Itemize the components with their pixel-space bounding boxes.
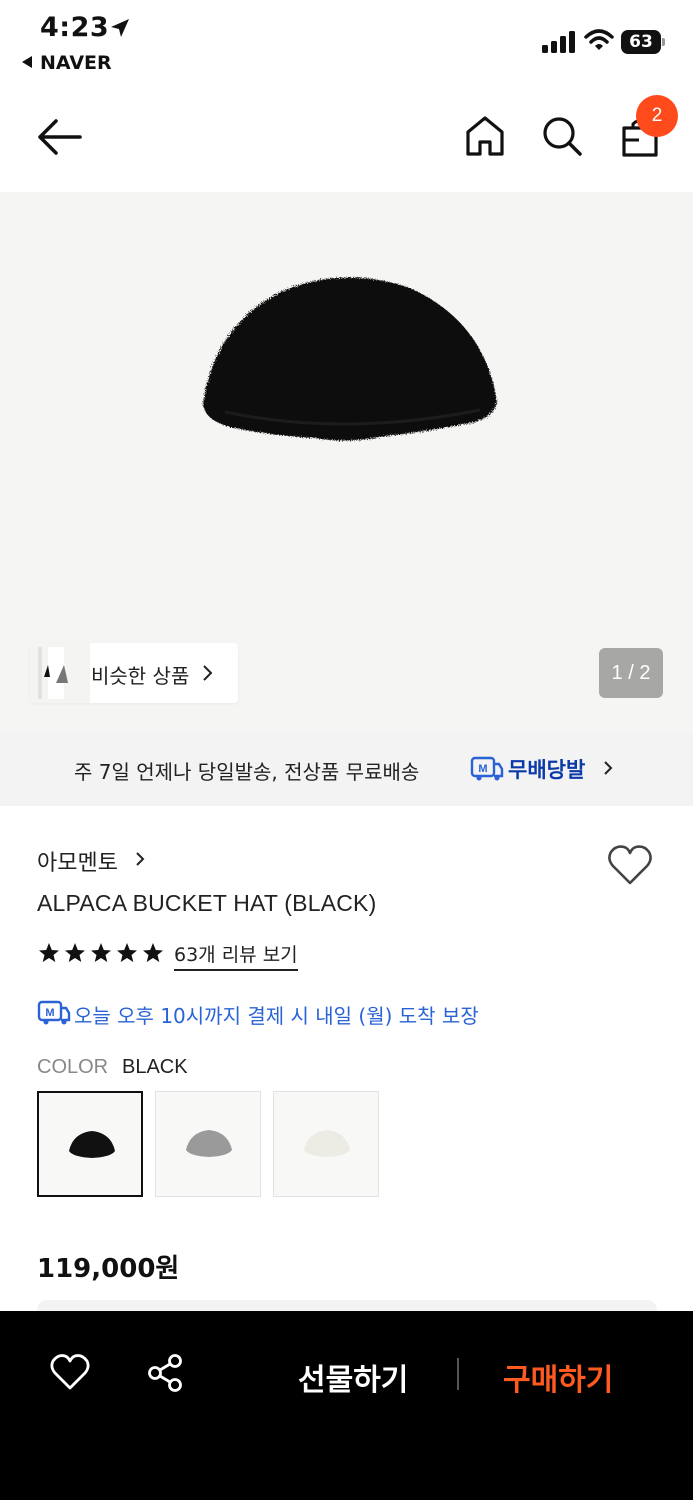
location-arrow-icon: [111, 19, 129, 37]
delivery-banner[interactable]: 주 7일 언제나 당일발송, 전상품 무료배송 M 무배당발: [0, 732, 693, 806]
battery-percent: 63: [629, 32, 653, 52]
similar-products-label: 비슷한 상품: [91, 664, 190, 688]
delivery-truck-icon: M: [470, 756, 504, 781]
selected-color-value: BLACK: [122, 1056, 188, 1078]
swatch-hat-thumbnail: [69, 1131, 115, 1158]
search-icon[interactable]: [541, 115, 583, 157]
swatch-hat-thumbnail: [186, 1130, 232, 1157]
image-page-indicator: 1 / 2: [599, 648, 663, 698]
back-arrow-icon[interactable]: [36, 116, 82, 158]
similar-products-button[interactable]: 비슷한 상품: [30, 643, 238, 703]
delivery-truck-icon: M: [37, 1000, 71, 1025]
bottom-bar-divider: [457, 1358, 459, 1390]
wifi-icon: [584, 29, 614, 50]
back-app-label: NAVER: [40, 52, 112, 74]
cart-count-badge: 2: [636, 95, 678, 137]
product-image: [203, 277, 497, 441]
brand-link[interactable]: 아모멘토: [37, 845, 118, 877]
color-swatch-ivory[interactable]: [273, 1091, 379, 1197]
delivery-info-text: 주 7일 언제나 당일발송, 전상품 무료배송: [74, 760, 420, 784]
back-to-app-link[interactable]: NAVER: [22, 52, 112, 74]
product-title: ALPACA BUCKET HAT (BLACK): [37, 890, 377, 916]
cellular-signal-icon: [542, 31, 575, 53]
app-header: 2: [0, 92, 693, 192]
color-swatch-gray[interactable]: [155, 1091, 261, 1197]
bottom-action-bar: 선물하기 구매하기: [0, 1311, 693, 1500]
svg-text:M: M: [45, 1007, 54, 1019]
delivery-brand-label: 무배당발: [508, 758, 586, 782]
status-time: 4:23: [40, 12, 110, 43]
product-image-gallery[interactable]: 비슷한 상품 1 / 2: [0, 192, 693, 732]
color-swatch-black[interactable]: [37, 1091, 143, 1197]
svg-text:M: M: [478, 763, 487, 775]
product-price: 119,000원: [37, 1254, 180, 1284]
share-icon[interactable]: [146, 1353, 184, 1393]
gift-button[interactable]: 선물하기: [298, 1355, 408, 1399]
battery-indicator: 63: [621, 30, 665, 54]
chevron-right-icon: [203, 665, 213, 681]
color-option-label: COLOR: [37, 1056, 109, 1078]
chevron-right-icon: [604, 761, 613, 775]
buy-button[interactable]: 구매하기: [503, 1355, 613, 1399]
chevron-right-icon: [136, 852, 145, 866]
similar-product-thumbnail: [30, 643, 90, 703]
like-heart-icon[interactable]: [50, 1353, 90, 1391]
rating-stars-icon: [39, 943, 163, 962]
swatch-hat-thumbnail: [304, 1130, 350, 1157]
wishlist-heart-icon[interactable]: [606, 843, 654, 887]
reviews-link[interactable]: 63개 리뷰 보기: [174, 940, 298, 971]
arrival-guarantee-text: 오늘 오후 10시까지 결제 시 내일 (월) 도착 보장: [74, 1004, 479, 1028]
home-icon[interactable]: [464, 114, 506, 158]
status-bar: 4:23 NAVER 63: [0, 0, 693, 80]
